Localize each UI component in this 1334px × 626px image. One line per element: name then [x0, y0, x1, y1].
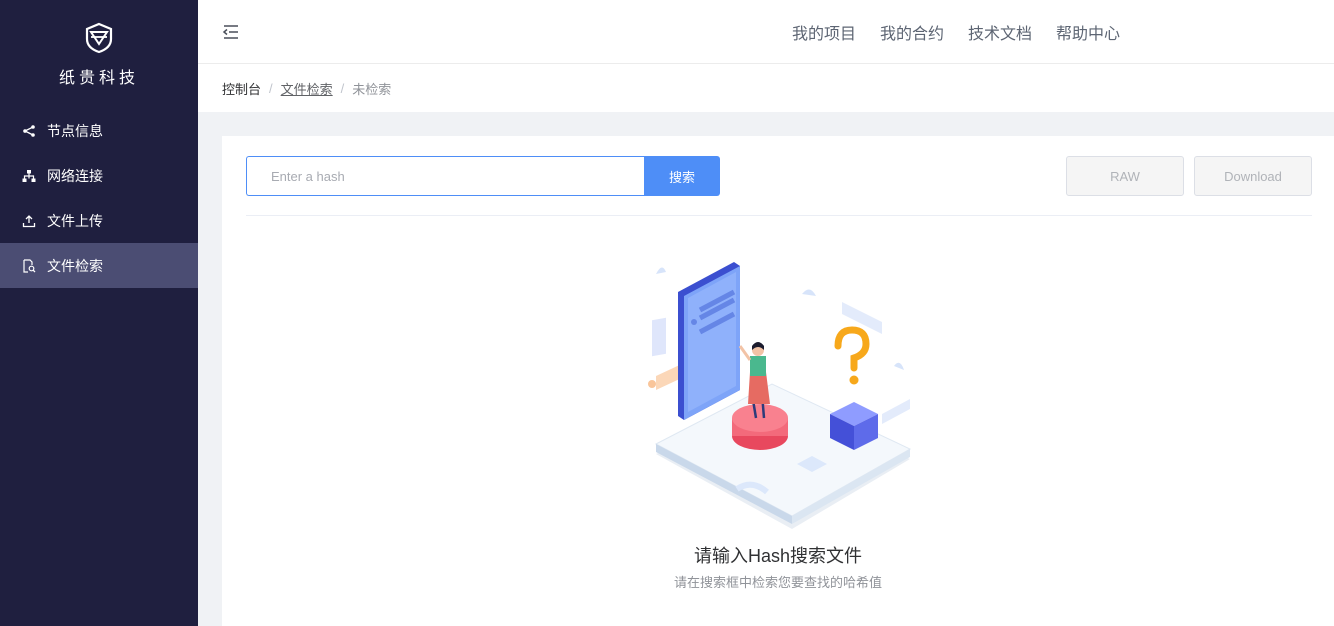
breadcrumb-current: 未检索 — [352, 81, 392, 97]
breadcrumb: 控制台 / 文件检索 / 未检索 — [198, 64, 1334, 112]
sidebar: 纸贵科技 节点信息 网络连接 文件上传 文件检索 — [0, 0, 198, 626]
sidebar-item-node-info[interactable]: 节点信息 — [0, 108, 198, 153]
sidebar-item-network[interactable]: 网络连接 — [0, 153, 198, 198]
breadcrumb-root[interactable]: 控制台 — [222, 79, 261, 98]
top-nav: 我的项目 我的合约 技术文档 帮助中心 — [768, 0, 1120, 64]
hash-search-input[interactable] — [246, 156, 644, 196]
brand-logo[interactable]: 纸贵科技 — [0, 22, 198, 88]
divider — [246, 215, 1312, 216]
brand-name: 纸贵科技 — [58, 70, 139, 87]
upload-icon — [22, 214, 36, 228]
nav-my-contracts[interactable]: 我的合约 — [880, 20, 944, 44]
sidebar-item-label: 节点信息 — [47, 122, 103, 139]
empty-state-subtitle: 请在搜索框中检索您要查找的哈希值 — [673, 575, 882, 590]
shield-logo-icon — [85, 22, 113, 54]
sidebar-item-file-upload[interactable]: 文件上传 — [0, 198, 198, 243]
menu-collapse-icon[interactable] — [222, 23, 240, 41]
breadcrumb-link[interactable]: 文件检索 — [281, 79, 333, 98]
nav-help-center[interactable]: 帮助中心 — [1056, 20, 1120, 44]
file-search-icon — [22, 258, 36, 273]
breadcrumb-separator: / — [269, 80, 273, 96]
search-button[interactable]: 搜索 — [644, 156, 720, 196]
sidebar-item-label: 文件上传 — [47, 212, 103, 229]
sidebar-item-file-search[interactable]: 文件检索 — [0, 243, 198, 288]
top-header: 我的项目 我的合约 技术文档 帮助中心 — [198, 0, 1334, 64]
nav-my-projects[interactable]: 我的项目 — [792, 20, 856, 44]
breadcrumb-separator: / — [340, 80, 345, 96]
search-bar: 搜索 — [246, 156, 720, 196]
nav-tech-docs[interactable]: 技术文档 — [968, 20, 1032, 44]
empty-state-title: 请输入Hash搜索文件 — [693, 546, 863, 566]
content-card: 搜索 RAW Download — [222, 136, 1334, 626]
raw-button[interactable]: RAW — [1066, 156, 1184, 196]
sidebar-item-label: 文件检索 — [47, 257, 103, 274]
share-nodes-icon — [22, 124, 36, 138]
network-icon — [22, 169, 36, 183]
empty-search-illustration — [648, 262, 912, 529]
download-button[interactable]: Download — [1194, 156, 1312, 196]
sidebar-menu: 节点信息 网络连接 文件上传 文件检索 — [0, 108, 198, 288]
sidebar-item-label: 网络连接 — [47, 167, 103, 184]
